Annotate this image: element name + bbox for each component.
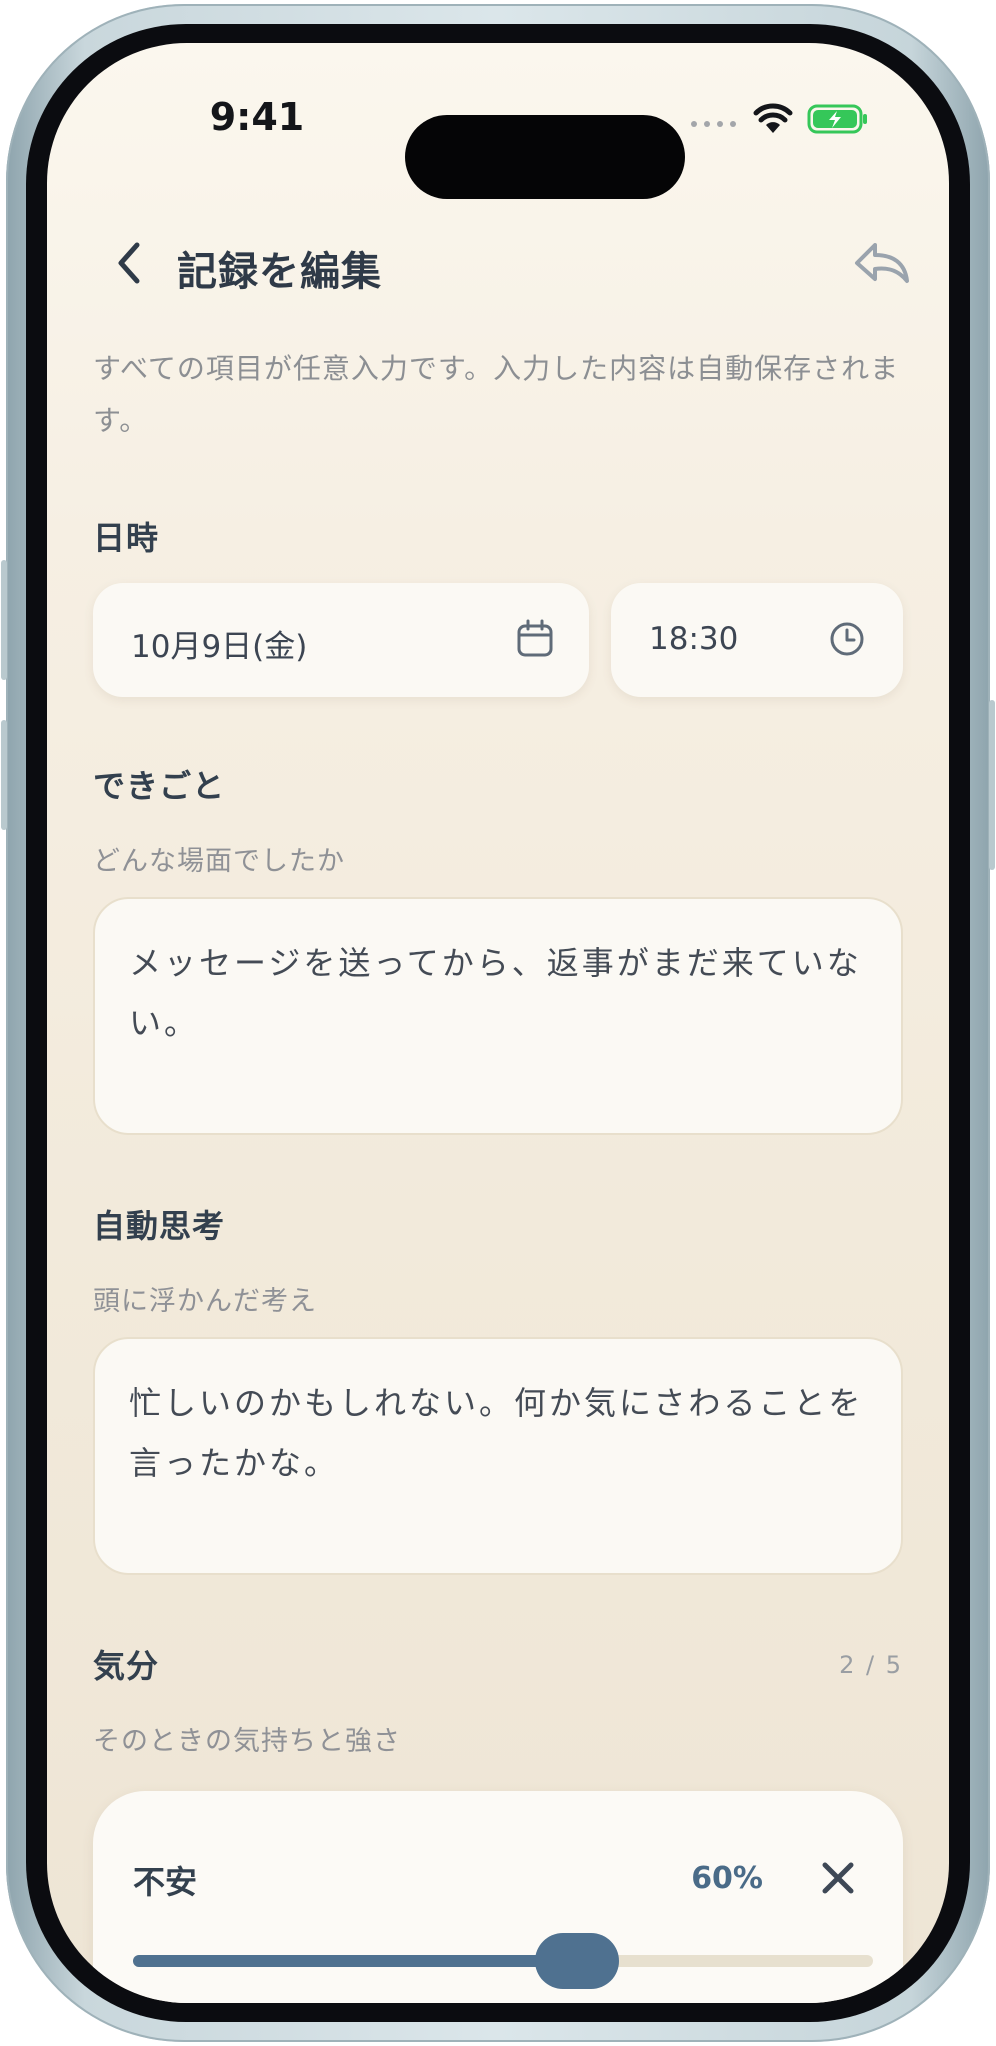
remove-mood-button[interactable] [803,1843,873,1913]
close-icon [822,1862,854,1894]
side-button [989,700,995,870]
dynamic-island [405,115,685,199]
date-field[interactable]: 10月9日(金) [93,583,589,697]
mood-counter: 2 / 5 [839,1651,903,1679]
thought-text: 忙しいのかもしれない。何か気にさわることを言ったかな。 [129,1384,864,1482]
time-value: 18:30 [649,621,739,657]
mood-intensity-slider[interactable] [133,1933,873,1989]
thought-hint: 頭に浮かんだ考え [93,1286,317,1317]
chevron-left-icon [118,242,140,284]
time-field[interactable]: 18:30 [611,583,903,697]
signal-dots-icon [691,121,737,127]
event-label: できごと [93,767,226,805]
mood-hint: そのときの気持ちと強さ [93,1726,401,1757]
app-screen: 9:41 記録を編集 すべての項目が任意入力です。入力した内容は自動保存されます… [47,43,949,2003]
mood-name: 不安 [133,1863,198,1901]
datetime-label: 日時 [93,519,160,557]
calendar-icon [517,619,553,657]
side-button [1,560,7,680]
reply-arrow-icon [855,243,909,283]
side-button [1,720,7,830]
thought-textarea[interactable]: 忙しいのかもしれない。何か気にさわることを言ったかな。 [93,1337,903,1575]
mood-label: 気分 [93,1647,160,1685]
clock-icon [830,622,864,656]
status-time: 9:41 [209,95,305,139]
mood-card: 不安 60% [93,1791,903,2003]
battery-charging-icon [807,104,867,134]
mood-percent: 60% [691,1861,763,1896]
page-title: 記録を編集 [177,249,382,295]
wifi-icon [753,103,793,133]
reply-button[interactable] [847,223,917,303]
event-hint: どんな場面でしたか [93,846,345,877]
event-textarea[interactable]: メッセージを送ってから、返事がまだ来ていない。 [93,897,903,1135]
thought-label: 自動思考 [93,1207,226,1245]
event-text: メッセージを送ってから、返事がまだ来ていない。 [129,944,862,1042]
date-value: 10月9日(金) [131,629,308,665]
back-button[interactable] [97,223,157,303]
slider-fill [133,1955,577,1967]
slider-thumb[interactable] [535,1933,619,1989]
intro-text: すべての項目が任意入力です。入力した内容は自動保存されます。 [93,352,900,437]
